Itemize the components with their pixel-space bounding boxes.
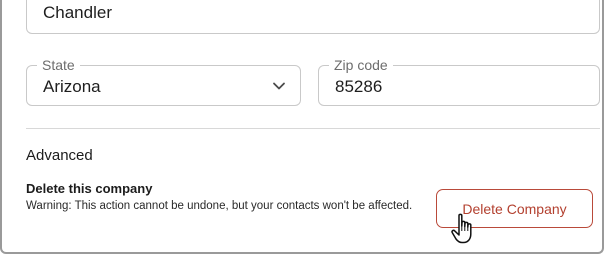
state-select[interactable]: State Arizona bbox=[26, 57, 301, 106]
zip-code-label: Zip code bbox=[329, 57, 393, 73]
delete-company-heading: Delete this company bbox=[26, 181, 153, 196]
company-form-panel: Chandler State Arizona Zip code 85286 Ad… bbox=[0, 0, 604, 254]
delete-company-warning: Warning: This action cannot be undone, b… bbox=[26, 200, 413, 212]
hand-pointer-cursor-icon bbox=[451, 213, 472, 244]
advanced-section-title: Advanced bbox=[26, 147, 93, 164]
section-divider bbox=[26, 128, 600, 129]
chevron-down-icon bbox=[273, 82, 285, 90]
state-label: State bbox=[37, 57, 80, 73]
zip-code-field[interactable]: Zip code 85286 bbox=[318, 57, 600, 106]
state-value: Arizona bbox=[43, 77, 101, 96]
zip-code-value: 85286 bbox=[335, 77, 383, 96]
city-value: Chandler bbox=[43, 3, 112, 22]
city-field[interactable]: Chandler bbox=[26, 0, 600, 34]
